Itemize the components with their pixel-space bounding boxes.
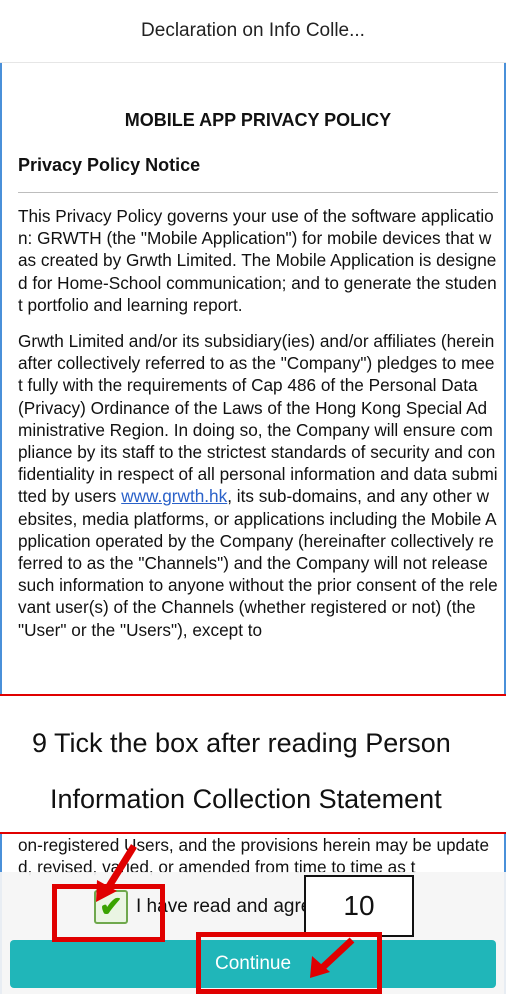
policy-content[interactable]: MOBILE APP PRIVACY POLICY Privacy Policy…: [18, 62, 498, 694]
paragraph-2-text: Grwth Limited and/or its subsidiary(ies)…: [18, 331, 498, 507]
policy-title: MOBILE APP PRIVACY POLICY: [124, 110, 392, 130]
step-9-instruction-line2: Information Collection Statement: [50, 784, 442, 814]
instruction-annotation: 9 Tick the box after reading Person Info…: [0, 694, 506, 834]
grwth-website-link[interactable]: www.grwth.hk: [121, 486, 227, 506]
continue-button[interactable]: Continue: [10, 940, 496, 988]
agreement-footer: ✔ I have read and agree PICS Continue: [0, 872, 506, 994]
policy-paragraph-2: Grwth Limited and/or its subsidiary(ies)…: [18, 330, 498, 641]
check-icon: ✔: [99, 891, 123, 922]
step-10-label: 10: [343, 890, 375, 921]
divider: [18, 192, 498, 193]
paragraph-2-text-continued: , its sub-domains, and any other website…: [18, 486, 498, 640]
title-bar: Declaration on Info Colle...: [0, 0, 506, 63]
agree-checkbox[interactable]: ✔: [94, 890, 128, 924]
step-10-badge: 10: [304, 875, 414, 937]
continue-button-label: Continue: [214, 953, 292, 974]
notice-heading: Privacy Policy Notice: [18, 155, 201, 175]
step-9-instruction-line1: 9 Tick the box after reading Person: [32, 728, 451, 758]
page-title: Declaration on Info Colle...: [141, 20, 365, 41]
policy-paragraph-1: This Privacy Policy governs your use of …: [18, 206, 497, 315]
